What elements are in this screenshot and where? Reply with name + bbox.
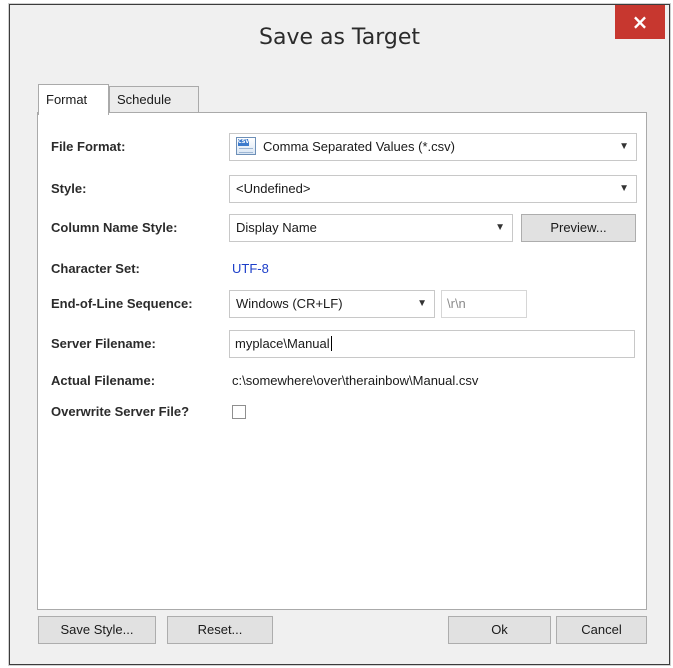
end-of-line-label: End-of-Line Sequence: xyxy=(51,296,193,311)
file-format-label: File Format: xyxy=(51,139,126,154)
end-of-line-value: Windows (CR+LF) xyxy=(236,296,343,311)
title-bar[interactable]: Save as Target × xyxy=(10,5,669,71)
chevron-down-icon: ▼ xyxy=(417,298,427,309)
chevron-down-icon: ▼ xyxy=(619,141,629,152)
file-format-value: Comma Separated Values (*.csv) xyxy=(263,139,455,154)
actual-filename-value: c:\somewhere\over\therainbow\Manual.csv xyxy=(232,373,479,388)
reset-button[interactable]: Reset... xyxy=(167,616,273,644)
server-filename-row: Server Filename: myplace\Manual xyxy=(38,330,646,358)
server-filename-value: myplace\Manual xyxy=(235,336,330,351)
style-dropdown[interactable]: <Undefined> ▼ xyxy=(229,175,637,203)
end-of-line-row: End-of-Line Sequence: Windows (CR+LF) ▼ … xyxy=(38,290,646,318)
file-format-dropdown[interactable]: CSV Comma Separated Values (*.csv) ▼ xyxy=(229,133,637,161)
column-name-style-row: Column Name Style: Display Name ▼ Previe… xyxy=(38,214,646,242)
csv-icon-tag: CSV xyxy=(238,138,250,146)
column-name-style-value: Display Name xyxy=(236,220,317,235)
actual-filename-row: Actual Filename: c:\somewhere\over\thera… xyxy=(38,367,646,395)
close-button[interactable]: × xyxy=(615,5,665,39)
column-name-style-label: Column Name Style: xyxy=(51,220,178,235)
style-row: Style: <Undefined> ▼ xyxy=(38,175,646,203)
close-icon: × xyxy=(631,10,649,34)
save-style-button[interactable]: Save Style... xyxy=(38,616,156,644)
column-name-style-dropdown[interactable]: Display Name ▼ xyxy=(229,214,513,242)
save-as-target-dialog: Save as Target × Format Schedule File Fo… xyxy=(9,4,670,665)
eol-escape-field: \r\n xyxy=(441,290,527,318)
character-set-label: Character Set: xyxy=(51,261,140,276)
chevron-down-icon: ▼ xyxy=(495,222,505,233)
actual-filename-label: Actual Filename: xyxy=(51,373,156,388)
overwrite-row: Overwrite Server File? xyxy=(38,398,646,426)
file-format-row: File Format: CSV Comma Separated Values … xyxy=(38,133,646,161)
overwrite-label: Overwrite Server File? xyxy=(51,404,190,419)
character-set-link[interactable]: UTF-8 xyxy=(232,255,269,283)
tab-schedule[interactable]: Schedule xyxy=(109,86,199,114)
style-label: Style: xyxy=(51,181,87,196)
chevron-down-icon: ▼ xyxy=(619,183,629,194)
server-filename-input[interactable]: myplace\Manual xyxy=(229,330,635,358)
end-of-line-dropdown[interactable]: Windows (CR+LF) ▼ xyxy=(229,290,435,318)
preview-button[interactable]: Preview... xyxy=(521,214,636,242)
overwrite-checkbox[interactable] xyxy=(232,405,246,419)
tab-format[interactable]: Format xyxy=(38,84,109,115)
server-filename-label: Server Filename: xyxy=(51,336,156,351)
ok-button[interactable]: Ok xyxy=(448,616,551,644)
cancel-button[interactable]: Cancel xyxy=(556,616,647,644)
text-caret xyxy=(330,336,332,352)
format-tab-panel: File Format: CSV Comma Separated Values … xyxy=(37,112,647,610)
csv-file-icon: CSV xyxy=(236,136,256,155)
dialog-title: Save as Target xyxy=(259,25,420,50)
style-value: <Undefined> xyxy=(236,181,311,196)
character-set-row: Character Set: UTF-8 xyxy=(38,255,646,283)
